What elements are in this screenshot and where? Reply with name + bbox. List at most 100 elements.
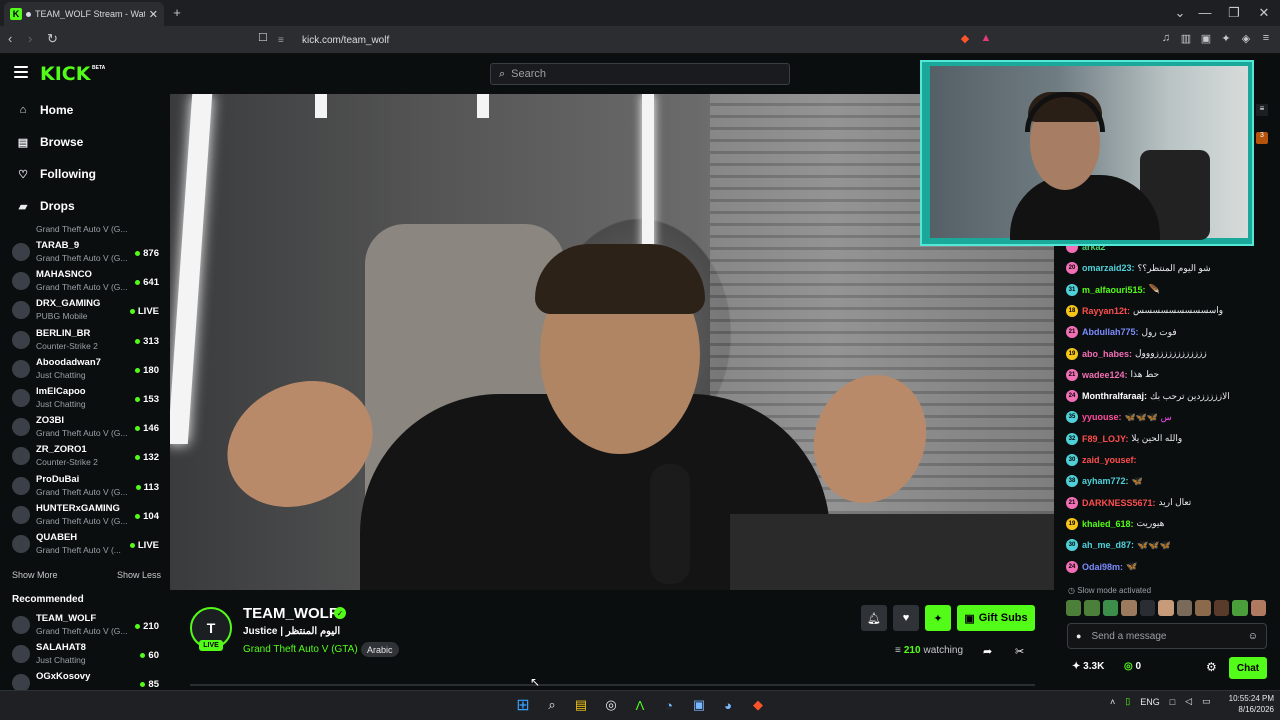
emote-icon[interactable] — [1195, 600, 1211, 616]
chat-input[interactable]: ● Send a message ☺ — [1067, 623, 1267, 649]
chat-message[interactable]: 35 yyuouse: 🦋🦋🦋 س — [1066, 408, 1276, 426]
leo-ai-icon[interactable]: ✦ — [1218, 32, 1234, 48]
gift-subs-button[interactable]: ▣ Gift Subs — [957, 605, 1035, 631]
extension-badge-icon[interactable]: 3 — [1256, 132, 1268, 144]
emote-icon[interactable] — [1066, 600, 1082, 616]
network-icon[interactable]: □ — [1170, 697, 1175, 707]
emote-icon[interactable] — [1084, 600, 1100, 616]
back-icon[interactable]: ‹ — [8, 31, 12, 46]
emote-icon[interactable] — [1213, 600, 1230, 616]
taskbar-search-icon[interactable]: ⌕ — [542, 695, 562, 715]
channel-item[interactable]: MAHASNCO Grand Theft Auto V (G... 641 — [8, 267, 163, 296]
show-less-button[interactable]: Show Less — [117, 570, 161, 580]
channel-item[interactable]: BERLIN_BR Counter-Strike 2 313 — [8, 326, 163, 355]
channel-item[interactable]: Aboodadwan7 Just Chatting 180 — [8, 355, 163, 384]
chat-username[interactable]: Monthralfaraaj: — [1082, 391, 1147, 401]
nav-home[interactable]: ⌂ Home — [16, 100, 166, 120]
chat-username[interactable]: yyuouse: — [1082, 412, 1122, 422]
clip-icon[interactable]: ✂ — [1015, 645, 1024, 658]
brave-shield-icon[interactable]: ◆ — [957, 32, 973, 48]
tray-chevron-icon[interactable]: ˄ — [1110, 697, 1115, 707]
battery-icon[interactable]: ▭ — [1202, 696, 1211, 707]
forward-icon[interactable]: › — [28, 31, 32, 46]
chat-message[interactable]: 18 Rayyan12t: واسسسسسسسسسس — [1066, 302, 1276, 320]
chat-message[interactable]: 32 F89_LOJY: والله الحين يلا — [1066, 430, 1276, 448]
emote-icon[interactable] — [1158, 600, 1174, 616]
bookmark-icon[interactable]: ☐ — [258, 31, 268, 44]
channel-item[interactable]: HUNTERxGAMING Grand Theft Auto V (G... 104 — [8, 501, 163, 530]
chat-message[interactable]: 24 Monthralfaraaj: الازززززدين ترحب بك — [1066, 387, 1276, 405]
channel-item[interactable]: TEAM_WOLF Grand Theft Auto V (G... 210 — [8, 611, 163, 640]
kicks-balance[interactable]: ◎ 0 — [1124, 661, 1141, 672]
maximize-button[interactable]: ❐ — [1224, 0, 1244, 26]
browser-tab[interactable]: K TEAM_WOLF Stream - Watch ✕ — [4, 2, 164, 26]
language-indicator[interactable]: ENG — [1140, 697, 1160, 707]
chat-message[interactable]: 30 ah_me_d87: 🦋🦋🦋 — [1066, 536, 1276, 554]
chat-message[interactable]: 24 Odai98m: 🦋 — [1066, 558, 1276, 576]
tab-search-button[interactable]: ⌄ — [1170, 0, 1190, 26]
minimize-button[interactable]: — — [1195, 0, 1215, 26]
volume-icon[interactable]: ◁ — [1185, 696, 1192, 707]
obs-icon[interactable]: ◎ — [601, 695, 621, 715]
emote-icon[interactable] — [1139, 600, 1156, 616]
channel-item[interactable]: DRX_GAMING PUBG Mobile LIVE — [8, 296, 163, 325]
emote-icon[interactable] — [1250, 600, 1266, 616]
chat-message[interactable]: 21 Abdullah775: فوت رول — [1066, 323, 1276, 341]
chat-username[interactable]: wadee124: — [1082, 370, 1128, 380]
sidebar-toggle-icon[interactable]: ▥ — [1178, 32, 1194, 48]
chat-message[interactable]: 38 ayham772: 🦋 — [1066, 472, 1276, 490]
nav-drops[interactable]: ▰ Drops — [16, 196, 166, 216]
chat-username[interactable]: omarzaid23: — [1082, 263, 1135, 273]
emoji-picker-icon[interactable]: ☺ — [1248, 631, 1258, 642]
file-explorer-icon[interactable]: ▤ — [571, 695, 591, 715]
chat-settings-icon[interactable]: ⚙ — [1206, 660, 1217, 674]
vpn-icon[interactable]: ◈ — [1238, 32, 1254, 48]
chat-username[interactable]: khaled_618: — [1082, 519, 1134, 529]
chat-username[interactable]: Abdullah775: — [1082, 327, 1139, 337]
address-bar[interactable]: ≡ kick.com/team_wolf — [278, 30, 998, 50]
media-icon[interactable]: ♫ — [1158, 32, 1174, 48]
taskbar-clock[interactable]: 10:55:24 PM 8/16/2026 — [1218, 693, 1274, 715]
chat-username[interactable]: F89_LOJY: — [1082, 434, 1128, 444]
app-window-icon[interactable]: ▣ — [689, 695, 709, 715]
chat-message[interactable]: 30 zaid_yousef: — [1066, 451, 1276, 469]
emote-icon[interactable] — [1232, 600, 1248, 616]
windows-start-icon[interactable]: ⊞ — [513, 695, 533, 715]
close-window-button[interactable]: ✕ — [1254, 0, 1274, 26]
menu-icon[interactable]: ≡ — [1258, 32, 1274, 48]
share-icon[interactable]: ➦ — [983, 645, 992, 658]
steam-icon[interactable]: ◔ — [659, 695, 679, 715]
chat-username[interactable]: Odai98m: — [1082, 562, 1123, 572]
chat-message[interactable]: 20 omarzaid23: شو اليوم المنتظر؟؟ — [1066, 259, 1276, 277]
site-info-icon[interactable]: ≡ — [278, 35, 292, 46]
nav-browse[interactable]: ▤ Browse — [16, 132, 166, 152]
chat-username[interactable]: m_alfaouri515: — [1082, 285, 1146, 295]
chat-send-button[interactable]: Chat — [1229, 657, 1267, 679]
show-more-button[interactable]: Show More — [12, 570, 58, 580]
chat-message[interactable]: 21 DARKNESS5671: تعال اريد — [1066, 494, 1276, 512]
channel-item[interactable]: ZR_ZORO1 Counter-Strike 2 132 — [8, 442, 163, 471]
steam-client-icon[interactable]: ◕ — [718, 695, 738, 715]
brave-browser-icon[interactable]: ◆ — [748, 695, 768, 715]
follow-button[interactable]: ♥ — [893, 605, 919, 631]
channel-item[interactable]: ProDuBai Grand Theft Auto V (G... 113 — [8, 472, 163, 501]
notification-bell-button[interactable]: 🔔︎ — [861, 605, 887, 631]
chat-username[interactable]: zaid_yousef: — [1082, 455, 1137, 465]
channel-item[interactable]: ZO3BI Grand Theft Auto V (G... 146 — [8, 413, 163, 442]
new-tab-button[interactable]: + — [167, 0, 187, 26]
kick-app-icon[interactable]: Λ — [630, 695, 650, 715]
wallet-icon[interactable]: ▣ — [1198, 32, 1214, 48]
stream-category-link[interactable]: Grand Theft Auto V (GTA) — [243, 644, 358, 655]
emote-icon[interactable] — [1176, 600, 1193, 616]
reload-icon[interactable]: ↻ — [47, 31, 58, 47]
chat-message[interactable]: 19 khaled_618: هيوريت — [1066, 515, 1276, 533]
language-tag[interactable]: Arabic — [361, 642, 399, 657]
chat-username[interactable]: DARKNESS5671: — [1082, 498, 1156, 508]
channel-item[interactable]: TARAB_9 Grand Theft Auto V (G... 876 — [8, 238, 163, 267]
emote-icon[interactable] — [1102, 600, 1119, 616]
emote-icon[interactable] — [1121, 600, 1137, 616]
channel-item[interactable]: QUABEH Grand Theft Auto V (... LIVE — [8, 530, 163, 559]
microphone-icon[interactable]: ▯ — [1125, 696, 1130, 707]
chat-message[interactable]: 19 abo_habes: ززززززززززززووول — [1066, 345, 1276, 363]
channel-item[interactable]: SALAHAT8 Just Chatting 60 — [8, 640, 163, 669]
